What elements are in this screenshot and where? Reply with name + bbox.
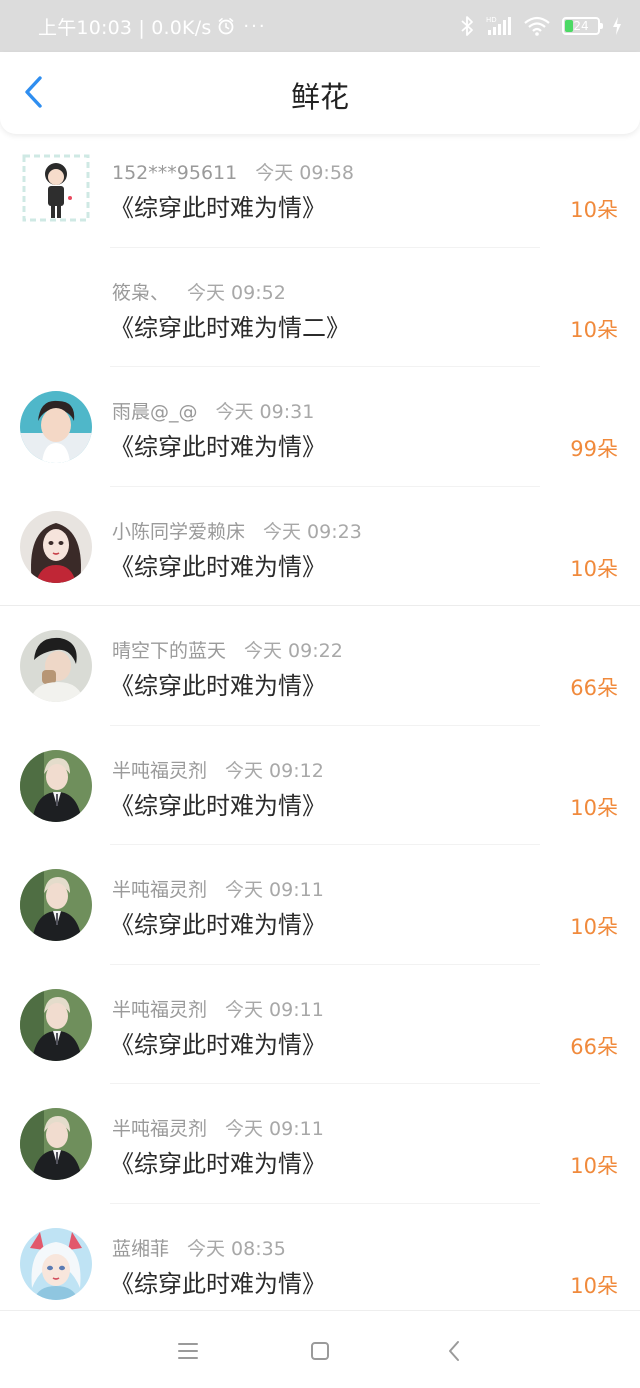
page-title: 鲜花 xyxy=(290,80,349,114)
username: 半吨福灵剂 xyxy=(112,879,208,901)
battery-icon: 24 xyxy=(562,17,603,35)
timestamp: 今天 09:12 xyxy=(225,759,324,782)
list-item[interactable]: 半吨福灵剂 今天 09:11 《综穿此时难为情》 66朵 xyxy=(0,965,640,1084)
menu-icon xyxy=(178,1343,198,1359)
charging-icon xyxy=(612,16,622,36)
username: 蓝缃菲 xyxy=(112,1237,170,1260)
home-button[interactable] xyxy=(306,1337,334,1365)
battery-level xyxy=(565,20,573,32)
list-item[interactable]: 小陈同学爱赖床 今天 09:23 《综穿此时难为情》 10朵 xyxy=(0,487,640,606)
username: 半吨福灵剂 xyxy=(112,998,208,1021)
bluetooth-icon xyxy=(460,15,474,37)
status-left: 上午10:03 | 0.0K/s ··· xyxy=(38,13,460,40)
user-line: 半吨福灵剂 今天 09:12 xyxy=(112,756,324,783)
list-item[interactable]: 152***95611 今天 09:58 《综穿此时难为情》 10朵 xyxy=(0,128,640,248)
alarm-icon xyxy=(217,17,235,35)
timestamp: 今天 09:52 xyxy=(187,281,286,304)
avatar xyxy=(20,1108,92,1180)
list-item[interactable]: 半吨福灵剂 今天 09:11 《综穿此时难为情》 10朵 xyxy=(0,845,640,965)
username: 雨晨@_@ xyxy=(112,401,198,423)
list-item[interactable]: 蓝缃菲 今天 08:35 《综穿此时难为情》 10朵 xyxy=(0,1204,640,1324)
timestamp: 今天 09:11 xyxy=(225,998,324,1021)
timestamp: 今天 09:11 xyxy=(225,879,324,901)
timestamp: 今天 09:11 xyxy=(225,1118,324,1140)
user-line: 152***95611 今天 09:58 xyxy=(112,158,354,185)
timestamp: 今天 09:23 xyxy=(263,520,362,543)
flower-count: 10朵 xyxy=(570,198,618,222)
avatar xyxy=(20,510,92,583)
page-header: 鲜花 xyxy=(0,52,640,134)
avatar xyxy=(20,152,92,224)
flower-count: 10朵 xyxy=(570,1273,618,1298)
flower-count: 10朵 xyxy=(570,915,618,939)
menu-button[interactable] xyxy=(174,1337,202,1365)
book-title[interactable]: 《综穿此时难为情二》 xyxy=(110,308,350,343)
book-title[interactable]: 《综穿此时难为情》 xyxy=(110,427,326,462)
user-line: 半吨福灵剂 今天 09:11 xyxy=(112,875,324,902)
avatar xyxy=(20,1227,92,1300)
status-bar: 上午10:03 | 0.0K/s ··· HD 24 xyxy=(0,0,640,52)
svg-text:HD: HD xyxy=(486,16,497,24)
avatar xyxy=(20,869,92,941)
user-line: 蓝缃菲 今天 08:35 xyxy=(112,1234,286,1261)
signal-icon: HD xyxy=(486,15,512,37)
flower-list: 152***95611 今天 09:58 《综穿此时难为情》 10朵 筱枭、 今天 … xyxy=(0,128,640,1323)
username: 半吨福灵剂 xyxy=(112,1118,208,1140)
nav-back-button[interactable] xyxy=(440,1337,468,1365)
book-title[interactable]: 《综穿此时难为情》 xyxy=(110,1144,326,1179)
flower-count: 66朵 xyxy=(570,1034,618,1059)
book-title[interactable]: 《综穿此时难为情》 xyxy=(110,1025,326,1060)
timestamp: 今天 09:22 xyxy=(244,640,343,662)
more-notifications-icon: ··· xyxy=(243,15,267,37)
battery-text: 24 xyxy=(573,19,589,33)
avatar xyxy=(20,630,92,702)
timestamp: 今天 09:31 xyxy=(215,401,315,423)
list-item[interactable]: 晴空下的蓝天 今天 09:22 《综穿此时难为情》 66朵 xyxy=(0,606,640,726)
book-title[interactable]: 《综穿此时难为情》 xyxy=(110,786,326,821)
user-line: 半吨福灵剂 今天 09:11 xyxy=(112,995,324,1022)
username: 半吨福灵剂 xyxy=(112,759,208,782)
book-title[interactable]: 《综穿此时难为情》 xyxy=(110,188,326,223)
back-icon xyxy=(449,1341,459,1361)
avatar xyxy=(20,988,92,1061)
timestamp: 今天 09:58 xyxy=(255,162,355,184)
avatar xyxy=(20,391,92,463)
user-line: 小陈同学爱赖床 今天 09:23 xyxy=(112,517,362,544)
status-time: 上午10:03 | 0.0K/s xyxy=(38,16,212,39)
username: 筱枭、 xyxy=(112,281,170,304)
book-title[interactable]: 《综穿此时难为情》 xyxy=(110,666,326,701)
list-item[interactable]: 半吨福灵剂 今天 09:11 《综穿此时难为情》 10朵 xyxy=(0,1084,640,1204)
home-icon xyxy=(311,1342,329,1360)
book-title[interactable]: 《综穿此时难为情》 xyxy=(110,905,326,940)
flower-count: 10朵 xyxy=(570,317,618,342)
user-line: 筱枭、 今天 09:52 xyxy=(112,278,286,305)
username: 晴空下的蓝天 xyxy=(112,640,227,662)
system-nav-bar xyxy=(0,1310,640,1388)
list-item[interactable]: 半吨福灵剂 今天 09:12 《综穿此时难为情》 10朵 xyxy=(0,726,640,845)
username: 小陈同学爱赖床 xyxy=(112,520,246,543)
wifi-icon xyxy=(524,16,550,36)
list-item[interactable]: 雨晨@_@ 今天 09:31 《综穿此时难为情》 99朵 xyxy=(0,367,640,487)
status-right: HD 24 xyxy=(460,15,622,37)
book-title[interactable]: 《综穿此时难为情》 xyxy=(110,1264,326,1299)
avatar xyxy=(20,749,92,822)
user-line: 晴空下的蓝天 今天 09:22 xyxy=(112,636,343,663)
flower-count: 99朵 xyxy=(570,437,618,461)
flower-count: 10朵 xyxy=(570,795,618,820)
flower-count: 10朵 xyxy=(570,1154,618,1178)
username: 152***95611 xyxy=(112,162,238,184)
user-line: 雨晨@_@ 今天 09:31 xyxy=(112,397,314,424)
user-line: 半吨福灵剂 今天 09:11 xyxy=(112,1114,324,1141)
flower-count: 10朵 xyxy=(570,556,618,581)
flower-count: 66朵 xyxy=(570,676,618,700)
list-item[interactable]: 筱枭、 今天 09:52 《综穿此时难为情二》 10朵 xyxy=(0,248,640,367)
timestamp: 今天 08:35 xyxy=(187,1237,286,1260)
book-title[interactable]: 《综穿此时难为情》 xyxy=(110,547,326,582)
